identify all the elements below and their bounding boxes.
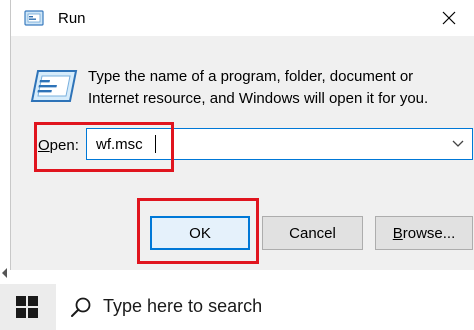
cancel-button[interactable]: Cancel: [262, 216, 363, 250]
run-icon: [24, 9, 44, 27]
chevron-down-icon: [452, 140, 464, 147]
browse-label: rowse...: [402, 224, 456, 242]
taskbar: Type here to search: [0, 284, 474, 330]
run-program-icon: [29, 66, 79, 106]
screen: Run Type the name of a program, folder, …: [0, 0, 474, 330]
search-icon: [70, 296, 92, 318]
title-bar[interactable]: Run: [11, 0, 474, 36]
browse-access-key: B: [392, 224, 403, 242]
taskbar-search-box[interactable]: Type here to search: [56, 284, 474, 330]
open-dropdown-button[interactable]: [448, 134, 468, 154]
window-title: Run: [58, 10, 86, 27]
start-button[interactable]: [0, 284, 54, 330]
close-icon: [442, 11, 456, 25]
open-field-highlight-box: [34, 122, 174, 172]
ok-button-highlight-box: [137, 198, 259, 264]
windows-logo-icon: [16, 296, 38, 318]
browse-button[interactable]: Browse...: [375, 216, 473, 250]
dialog-description: Type the name of a program, folder, docu…: [88, 68, 429, 107]
run-dialog: Run Type the name of a program, folder, …: [10, 0, 474, 270]
search-placeholder: Type here to search: [103, 296, 263, 316]
scroll-left-arrow-icon: [2, 265, 8, 278]
close-button[interactable]: [429, 4, 469, 32]
